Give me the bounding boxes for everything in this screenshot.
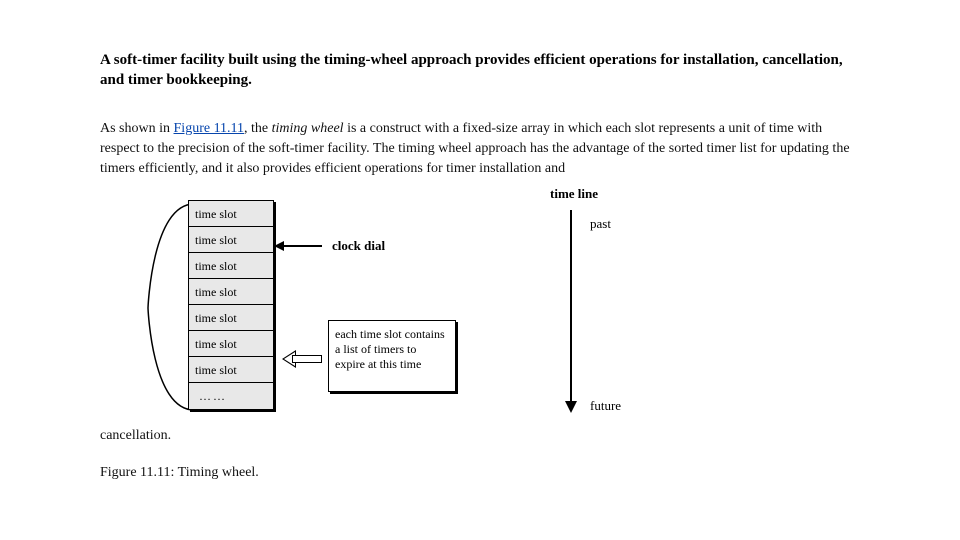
time-slot: time slot	[189, 305, 273, 331]
para-dangling: cancellation.	[100, 428, 171, 444]
figure-caption: Figure 11.11: Timing wheel.	[100, 465, 259, 481]
note-box: each time slot contains a list of timers…	[328, 320, 456, 392]
time-slot: time slot	[189, 201, 273, 227]
timing-wheel-slots: time slot time slot time slot time slot …	[188, 200, 274, 410]
para-after-link: , the	[244, 121, 272, 136]
page-title: A soft-timer facility built using the ti…	[100, 50, 860, 91]
clock-dial-arrow-icon	[282, 245, 322, 247]
time-slot: time slot	[189, 227, 273, 253]
timeline-arrow-icon	[570, 210, 572, 405]
time-slot-ellipsis: ……	[189, 383, 273, 409]
time-slot: time slot	[189, 331, 273, 357]
timeline-future-label: future	[590, 398, 621, 414]
timing-wheel-diagram: time slot time slot time slot time slot …	[188, 200, 708, 440]
body-paragraph: As shown in Figure 11.11, the timing whe…	[100, 119, 860, 180]
time-slot: time slot	[189, 357, 273, 383]
clock-dial-label: clock dial	[332, 238, 385, 254]
timeline-label: time line	[550, 186, 598, 202]
para-lead: As shown in	[100, 121, 174, 136]
timeline-past-label: past	[590, 216, 611, 232]
time-slot: time slot	[189, 253, 273, 279]
note-arrow-icon	[284, 352, 322, 366]
figure-link[interactable]: Figure 11.11	[174, 121, 245, 136]
time-slot: time slot	[189, 279, 273, 305]
para-italic: timing wheel	[272, 121, 344, 136]
